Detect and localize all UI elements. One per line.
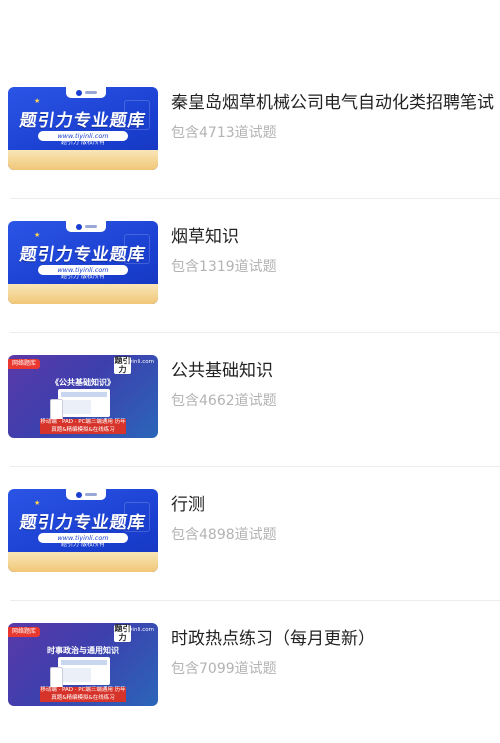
list-item[interactable]: ★ 题引力专业题库 www.tiyinli.com 题引力 版权所有 烟草知识 … xyxy=(8,199,500,333)
thumbnail-image: ★ 题引力专业题库 www.tiyinli.com 题引力 版权所有 xyxy=(8,221,158,304)
thumbnail-site: tiyinli.com xyxy=(125,359,154,365)
thumbnail-band xyxy=(8,552,158,572)
thumbnail-footer: 题引力 版权所有 xyxy=(61,541,105,548)
thumbnail-note: 移动端 · PAD · PC端三端通用 历年真题&精编模拟&在线练习 xyxy=(40,687,126,702)
list-item[interactable]: ★ 题引力专业题库 www.tiyinli.com 题引力 版权所有 行测 包含… xyxy=(8,467,500,601)
item-question-count: 包含4713道试题 xyxy=(171,125,277,141)
item-title: 秦皇岛烟草机械公司电气自动化类招聘笔试 xyxy=(171,93,494,113)
thumbnail-headline: 题引力专业题库 xyxy=(18,245,148,265)
phone-icon xyxy=(50,399,63,421)
thumbnail-image: 网络题库 题引力 tiyinli.com 《公共基础知识》 移动端 · PAD … xyxy=(8,355,158,438)
thumbnail-band xyxy=(8,284,158,304)
question-bank-list: ★ 题引力专业题库 www.tiyinli.com 题引力 版权所有 秦皇岛烟草… xyxy=(0,65,500,735)
thumbnail-ribbon: 网络题库 xyxy=(8,627,41,637)
monitor-icon xyxy=(58,657,110,685)
monitor-icon xyxy=(58,389,110,417)
thumbnail-book-title: 时事政治与通用知识 xyxy=(47,646,119,655)
item-question-count: 包含4898道试题 xyxy=(171,527,277,543)
item-title: 行测 xyxy=(171,495,205,515)
list-item[interactable]: 网络题库 题引力 tiyinli.com 《公共基础知识》 移动端 · PAD … xyxy=(8,333,500,467)
thumbnail-ribbon: 网络题库 xyxy=(8,359,41,369)
list-item[interactable]: ★ 题引力专业题库 www.tiyinli.com 题引力 版权所有 秦皇岛烟草… xyxy=(8,65,500,199)
item-question-count: 包含1319道试题 xyxy=(171,259,277,275)
thumbnail-note: 移动端 · PAD · PC端三端通用 历年真题&精编模拟&在线练习 xyxy=(40,419,126,434)
brand-logo-icon xyxy=(66,221,106,232)
star-icon: ★ xyxy=(34,231,41,239)
item-title: 公共基础知识 xyxy=(171,361,273,381)
brand-logo-icon xyxy=(66,489,106,500)
thumbnail-footer: 题引力 版权所有 xyxy=(61,139,105,146)
thumbnail-book-title: 《公共基础知识》 xyxy=(51,378,115,387)
brand-logo-icon xyxy=(66,87,106,98)
thumbnail-footer: 题引力 版权所有 xyxy=(61,273,105,280)
star-icon: ★ xyxy=(34,97,41,105)
item-question-count: 包含7099道试题 xyxy=(171,661,277,677)
item-title: 时政热点练习（每月更新） xyxy=(171,629,375,649)
thumbnail-image: 网络题库 题引力 tiyinli.com 时事政治与通用知识 移动端 · PAD… xyxy=(8,623,158,706)
thumbnail-headline: 题引力专业题库 xyxy=(18,513,148,533)
thumbnail-image: ★ 题引力专业题库 www.tiyinli.com 题引力 版权所有 xyxy=(8,489,158,572)
thumbnail-image: ★ 题引力专业题库 www.tiyinli.com 题引力 版权所有 xyxy=(8,87,158,170)
star-icon: ★ xyxy=(34,499,41,507)
thumbnail-site: tiyinli.com xyxy=(125,627,154,633)
item-question-count: 包含4662道试题 xyxy=(171,393,277,409)
list-item[interactable]: 网络题库 题引力 tiyinli.com 时事政治与通用知识 移动端 · PAD… xyxy=(8,601,500,735)
phone-icon xyxy=(50,667,63,689)
thumbnail-band xyxy=(8,150,158,170)
thumbnail-headline: 题引力专业题库 xyxy=(18,111,148,131)
item-title: 烟草知识 xyxy=(171,227,239,247)
